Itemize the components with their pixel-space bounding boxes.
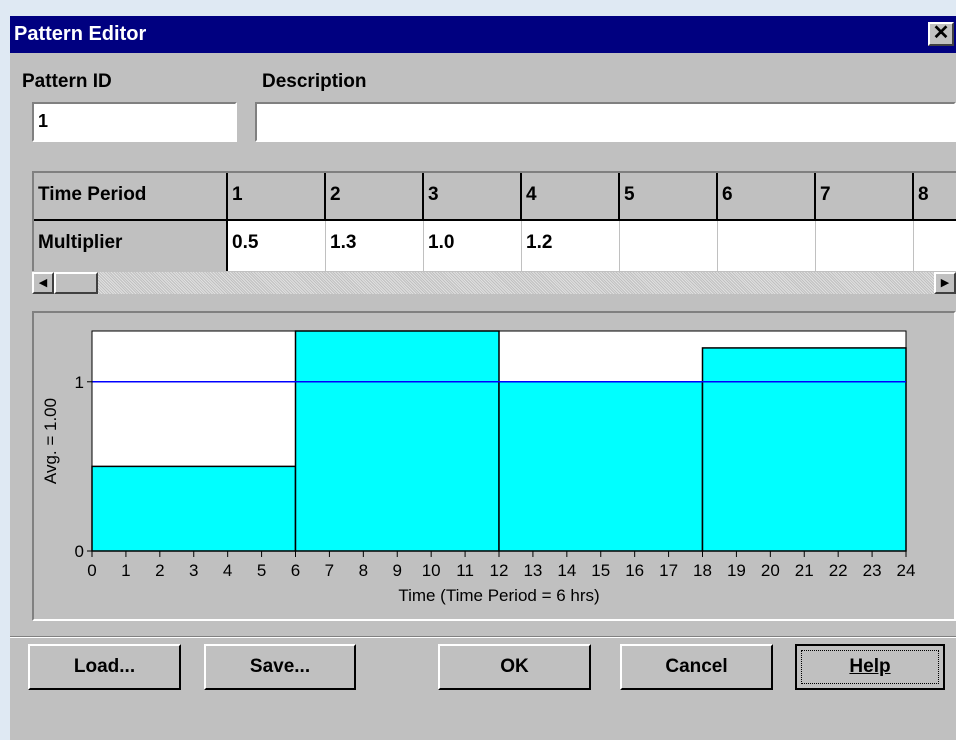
grid-multiplier-cell[interactable]: 0.5 xyxy=(228,221,326,271)
grid-period-header: 4 xyxy=(522,173,620,221)
x-tick-label: 18 xyxy=(693,561,712,580)
x-tick-label: 22 xyxy=(829,561,848,580)
grid-multiplier-cell[interactable]: 1.0 xyxy=(424,221,522,271)
pattern-grid: Time Period Multiplier 1 0.5 2 1.3 3 1.0 4 1.2 5… xyxy=(32,171,956,271)
x-tick-label: 14 xyxy=(557,561,576,580)
grid-multiplier-cell[interactable]: 1.3 xyxy=(326,221,424,271)
window-title: Pattern Editor xyxy=(14,23,147,45)
x-axis-label: Time (Time Period = 6 hrs) xyxy=(398,586,599,605)
y-tick-label: 0 xyxy=(75,542,84,561)
x-tick-label: 5 xyxy=(257,561,266,580)
ok-button[interactable]: OK xyxy=(438,644,591,690)
pattern-editor-dialog: Pattern Editor ✕ Pattern ID 1 Descriptio… xyxy=(10,16,956,740)
pattern-chart: 0 1 2 3 4 5 6 7 8 9 10 11 12 13 14 15 16 17 18 19 20 21 22 23 24… xyxy=(41,330,916,605)
pattern-id-input[interactable]: 1 xyxy=(32,102,237,142)
x-tick-label: 7 xyxy=(325,561,334,580)
x-tick-label: 0 xyxy=(87,561,96,580)
grid-row-label-multiplier: Multiplier xyxy=(34,221,228,271)
help-button-label: Help xyxy=(801,650,939,684)
x-tick-label: 8 xyxy=(359,561,368,580)
title-bar: Pattern Editor ✕ xyxy=(10,16,956,53)
grid-multiplier-cell[interactable] xyxy=(914,221,956,271)
description-input[interactable] xyxy=(255,102,956,142)
x-tick-label: 17 xyxy=(659,561,678,580)
pattern-chart-frame: 0 1 2 3 4 5 6 7 8 9 10 11 12 13 14 15 16 17 18 19 20 21 22 23 24… xyxy=(32,311,956,621)
help-label-text: Help xyxy=(849,656,891,677)
grid-multiplier-cell[interactable]: 1.2 xyxy=(522,221,620,271)
y-tick-label: 1 xyxy=(75,373,84,392)
save-button[interactable]: Save... xyxy=(204,644,356,690)
scroll-right-icon[interactable]: ▶ xyxy=(934,272,956,294)
grid-period-header: 7 xyxy=(816,173,914,221)
chart-bar xyxy=(91,465,297,552)
x-tick-label: 11 xyxy=(456,561,474,580)
grid-period-header: 2 xyxy=(326,173,424,221)
load-button[interactable]: Load... xyxy=(28,644,181,690)
grid-multiplier-cell[interactable] xyxy=(718,221,816,271)
x-tick-label: 21 xyxy=(795,561,814,580)
x-tick-label: 4 xyxy=(223,561,232,580)
help-button[interactable]: Help xyxy=(795,644,945,690)
x-tick-label: 20 xyxy=(761,561,780,580)
pattern-id-label: Pattern ID xyxy=(22,71,112,92)
close-icon[interactable]: ✕ xyxy=(928,22,954,46)
x-tick-label: 9 xyxy=(393,561,402,580)
chart-bar xyxy=(498,381,704,552)
grid-horizontal-scrollbar[interactable]: ◀ ▶ xyxy=(32,272,956,294)
x-tick-label: 16 xyxy=(625,561,644,580)
chart-bar xyxy=(294,330,500,552)
x-tick-label: 6 xyxy=(291,561,300,580)
x-tick-label: 12 xyxy=(490,561,509,580)
grid-multiplier-cell[interactable] xyxy=(620,221,718,271)
grid-period-header: 6 xyxy=(718,173,816,221)
scroll-left-icon[interactable]: ◀ xyxy=(32,272,54,294)
grid-period-header: 8 xyxy=(914,173,956,221)
x-tick-label: 3 xyxy=(189,561,198,580)
grid-header-time-period: Time Period xyxy=(34,173,228,221)
scroll-thumb[interactable] xyxy=(54,272,98,294)
separator xyxy=(10,636,956,638)
y-axis-label: Avg. = 1.00 xyxy=(41,398,60,484)
x-tick-label: 15 xyxy=(591,561,610,580)
x-tick-label: 19 xyxy=(727,561,746,580)
description-label: Description xyxy=(262,71,367,92)
grid-multiplier-cell[interactable] xyxy=(816,221,914,271)
x-tick-label: 23 xyxy=(863,561,882,580)
grid-period-header: 1 xyxy=(228,173,326,221)
x-tick-label: 13 xyxy=(523,561,542,580)
grid-period-header: 3 xyxy=(424,173,522,221)
cancel-button[interactable]: Cancel xyxy=(620,644,773,690)
x-tick-label: 2 xyxy=(155,561,164,580)
x-tick-label: 1 xyxy=(121,561,130,580)
chart-bar xyxy=(701,347,907,552)
x-tick-label: 10 xyxy=(422,561,441,580)
x-tick-label: 24 xyxy=(897,561,916,580)
grid-period-header: 5 xyxy=(620,173,718,221)
